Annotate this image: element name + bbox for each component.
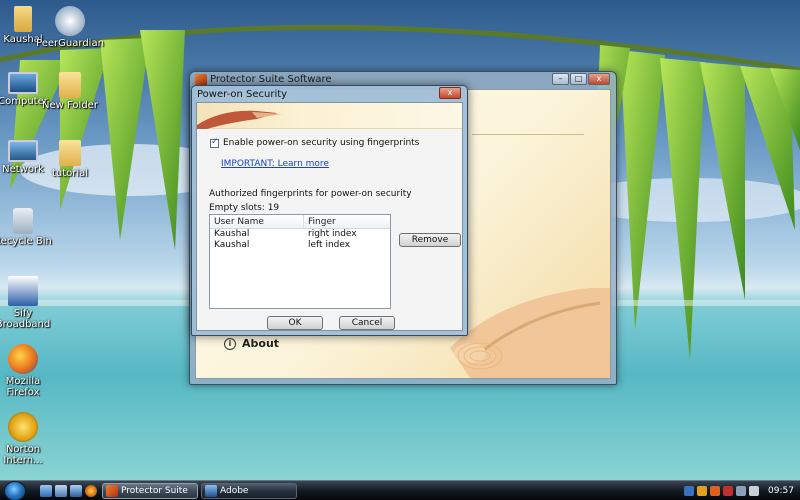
table-header: User Name Finger	[210, 215, 390, 229]
taskbar-item-label: Adobe Photoshop	[220, 486, 249, 496]
tray-norton-icon[interactable]	[697, 486, 707, 496]
desktop-icon-label: Recycle Bin	[0, 236, 52, 247]
switch-windows-icon[interactable]	[55, 485, 67, 497]
window-controls: – □ x	[552, 73, 610, 85]
system-tray: 09:57	[678, 481, 800, 500]
user-folder-icon	[14, 6, 32, 32]
cell-user-name: Kaushal	[214, 229, 250, 239]
desktop-icon-label: Mozilla Firefox	[5, 376, 41, 398]
folder-icon	[59, 72, 81, 98]
internet-explorer-icon[interactable]	[70, 485, 82, 497]
desktop-icon-peerguardian[interactable]: PeerGuardian	[35, 6, 105, 49]
desktop-icon-recycle-bin[interactable]: Recycle Bin	[0, 208, 58, 247]
app-title: Protector Suite Software	[210, 74, 332, 85]
taskbar: Protector Suite Soft... Adobe Photoshop …	[0, 480, 800, 500]
about-item[interactable]: i About	[224, 337, 279, 350]
desktop-icon-label: PeerGuardian	[36, 38, 104, 49]
enable-power-on-security-label: Enable power-on security using fingerpri…	[223, 138, 420, 148]
ok-button[interactable]: OK	[267, 316, 323, 330]
cancel-button[interactable]: Cancel	[339, 316, 395, 330]
dialog-body: Enable power-on security using fingerpri…	[196, 102, 463, 331]
clock[interactable]: 09:57	[768, 486, 794, 496]
desktop-icon-tutorial[interactable]: tutorial	[35, 140, 105, 179]
enable-power-on-security-checkbox[interactable]	[210, 137, 219, 148]
power-on-security-dialog[interactable]: Power-on Security x Enable power-on secu…	[191, 85, 468, 336]
sify-icon	[8, 276, 38, 306]
tray-volume-icon[interactable]	[749, 486, 759, 496]
cell-user-name: Kaushal	[214, 240, 250, 250]
tray-security-icon[interactable]	[723, 486, 733, 496]
recycle-bin-icon	[13, 208, 33, 234]
maximize-button[interactable]: □	[570, 73, 587, 85]
firefox-quicklaunch-icon[interactable]	[85, 485, 97, 497]
column-header-user-name[interactable]: User Name	[210, 215, 304, 228]
fingerprints-table[interactable]: User Name Finger Kaushal right index Kau…	[209, 214, 391, 309]
desktop-icon-label: Norton Intern...	[3, 444, 43, 466]
desktop-icon-label: tutorial	[51, 168, 89, 179]
network-icon	[8, 140, 38, 162]
desktop-icon-new-folder[interactable]: New Folder	[35, 72, 105, 111]
column-header-finger[interactable]: Finger	[304, 215, 390, 228]
cell-finger: right index	[308, 229, 357, 239]
table-row[interactable]: Kaushal left index	[210, 240, 390, 251]
banner-hand-icon	[197, 110, 282, 129]
firefox-icon	[8, 344, 38, 374]
cell-finger: left index	[308, 240, 351, 250]
tray-app-icon[interactable]	[710, 486, 720, 496]
taskbar-item-adobe-photoshop[interactable]: Adobe Photoshop	[201, 483, 297, 499]
divider	[472, 134, 584, 135]
enable-power-on-security-option[interactable]: Enable power-on security using fingerpri…	[210, 137, 420, 148]
photoshop-icon	[205, 485, 217, 497]
remove-button[interactable]: Remove	[399, 233, 461, 247]
norton-icon	[8, 412, 38, 442]
show-desktop-icon[interactable]	[40, 485, 52, 497]
dialog-banner	[197, 103, 462, 129]
desktop-icon-label: New Folder	[42, 100, 98, 111]
dialog-close-button[interactable]: x	[439, 87, 461, 99]
minimize-button[interactable]: –	[552, 73, 569, 85]
authorized-fingerprints-label: Authorized fingerprints for power-on sec…	[209, 189, 412, 199]
important-learn-more-link[interactable]: IMPORTANT: Learn more	[221, 159, 329, 169]
empty-slots-label: Empty slots: 19	[209, 203, 280, 213]
table-row[interactable]: Kaushal right index	[210, 229, 390, 240]
dialog-title: Power-on Security	[197, 89, 288, 100]
info-icon: i	[224, 337, 236, 350]
desktop-icon-sify-broadband[interactable]: Sify Broadband	[0, 276, 58, 330]
about-label: About	[242, 337, 280, 350]
taskbar-item-protector-suite[interactable]: Protector Suite Soft...	[102, 483, 198, 499]
desktop-icon-mozilla-firefox[interactable]: Mozilla Firefox	[0, 344, 58, 398]
tray-arrow-icon[interactable]	[684, 486, 694, 496]
computer-icon	[8, 72, 38, 94]
protector-suite-icon	[106, 485, 118, 497]
desktop-icon-norton[interactable]: Norton Intern...	[0, 412, 58, 466]
peerguardian-icon	[55, 6, 85, 36]
folder-icon	[59, 140, 81, 166]
taskbar-item-label: Protector Suite Soft...	[121, 486, 188, 496]
tray-network-icon[interactable]	[736, 486, 746, 496]
close-button[interactable]: x	[588, 73, 610, 85]
desktop-icon-label: Sify Broadband	[0, 308, 51, 330]
start-button[interactable]	[4, 481, 26, 500]
